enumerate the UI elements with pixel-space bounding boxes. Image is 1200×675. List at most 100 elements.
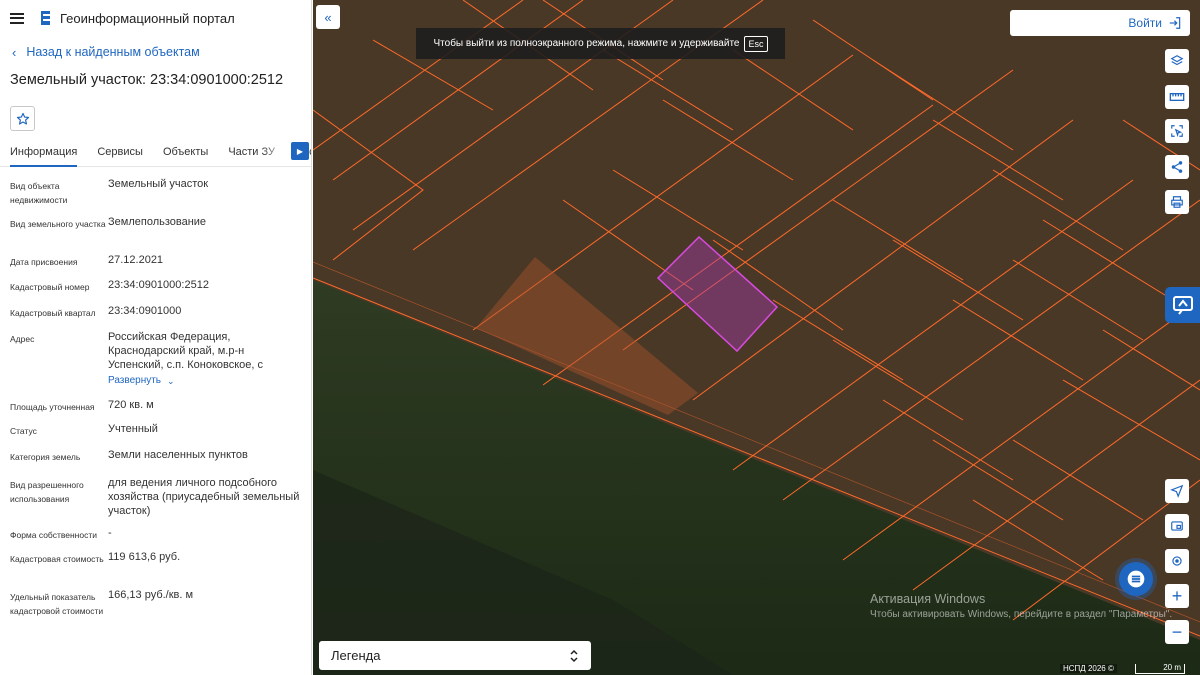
property-row: Категория земель Земли населенных пункто… — [10, 448, 301, 476]
property-value: Землепользование — [108, 216, 207, 228]
share-button[interactable] — [1165, 155, 1189, 179]
layers-button[interactable] — [1165, 49, 1189, 73]
target-icon — [1172, 556, 1182, 566]
print-button[interactable] — [1165, 190, 1189, 214]
chevron-right-icon: ▶ — [296, 146, 304, 156]
property-value: Земли населенных пунктов — [108, 449, 248, 461]
topbar: Геоинформационный портал — [0, 0, 311, 36]
basemap-button[interactable] — [1165, 514, 1189, 538]
property-row: Дата присвоения 27.12.2021 — [10, 253, 301, 278]
property-value: 119 613,6 руб. — [108, 551, 181, 563]
property-value: Российская Федерация, Краснодарский край… — [108, 331, 264, 371]
select-area-icon — [1171, 125, 1183, 138]
map-view[interactable]: « Чтобы выйти из полноэкранного режима, … — [313, 0, 1200, 675]
satellite-map[interactable] — [313, 0, 1200, 675]
property-value: 23:34:0901000 — [108, 305, 182, 317]
expand-label: Развернуть — [108, 375, 162, 386]
login-label: Войти — [1128, 16, 1162, 30]
layers-icon — [1170, 55, 1184, 66]
share-icon — [1171, 161, 1183, 173]
property-value: 23:34:0901000:2512 — [108, 279, 209, 291]
property-value: 27.12.2021 — [108, 254, 164, 266]
back-to-results-link[interactable]: ‹ Назад к найденным объектам — [0, 36, 311, 68]
chevron-down-icon: ⌄ — [167, 376, 175, 386]
property-label: Кадастровый квартал — [10, 308, 96, 318]
legend-dropdown[interactable]: Легенда — [319, 641, 591, 670]
menu-icon[interactable] — [10, 12, 24, 24]
property-label: Вид объекта недвижимости — [10, 181, 68, 205]
chat-assistant-button[interactable] — [1119, 562, 1153, 596]
property-label: Категория земель — [10, 452, 81, 462]
scale-bar: 20 m — [1135, 664, 1185, 674]
property-row-address: Адрес Российская Федерация, Краснодарски… — [10, 330, 301, 398]
sidebar: Геоинформационный портал ‹ Назад к найде… — [0, 0, 312, 675]
expand-address-link[interactable]: Развернуть ⌄ — [108, 374, 175, 388]
back-label: Назад к найденным объектам — [26, 45, 200, 59]
tabs-fade — [261, 141, 291, 165]
object-title: Земельный участок: 23:34:0901000:2512 — [10, 72, 284, 88]
property-row: Кадастровая стоимость 119 613,6 руб. — [10, 550, 301, 588]
plus-icon: + — [1171, 585, 1183, 606]
windows-watermark-title: Активация Windows — [870, 592, 986, 606]
property-row: Статус Учтенный — [10, 422, 301, 448]
property-label: Вид разрешенного использования — [10, 480, 84, 504]
object-tabs: Информация Сервисы Объекты Части ЗУ Сост… — [0, 141, 311, 167]
basemap-icon — [1171, 521, 1183, 531]
windows-watermark-text: Чтобы активировать Windows, перейдите в … — [870, 609, 1173, 620]
property-value-wrap: Российская Федерация, Краснодарский край… — [108, 330, 301, 398]
tab-services[interactable]: Сервисы — [97, 141, 143, 167]
double-chevron-left-icon: « — [324, 9, 332, 25]
property-row: Вид разрешенного использования для веден… — [10, 476, 301, 526]
properties-list: Вид объекта недвижимости Земельный участ… — [0, 167, 311, 632]
app: Геоинформационный портал ‹ Назад к найде… — [0, 0, 1200, 675]
property-row: Кадастровый квартал 23:34:0901000 — [10, 304, 301, 330]
tabs-next-button[interactable]: ▶ — [291, 142, 309, 160]
property-label: Кадастровая стоимость — [10, 554, 104, 564]
app-title: Геоинформационный портал — [60, 10, 235, 26]
portal-logo-icon — [41, 11, 50, 25]
windows-activation-watermark: Активация Windows Чтобы активировать Win… — [870, 592, 1172, 620]
property-row: Вид земельного участка Землепользование — [10, 215, 301, 253]
favorite-button[interactable] — [10, 106, 35, 131]
property-value: - — [108, 527, 112, 539]
property-row: Вид объекта недвижимости Земельный участ… — [10, 177, 301, 215]
property-label: Статус — [10, 426, 37, 436]
property-label: Площадь уточненная — [10, 402, 95, 412]
chevron-left-icon: ‹ — [12, 44, 17, 60]
select-area-button[interactable] — [1165, 119, 1189, 143]
chat-icon — [1127, 570, 1145, 588]
esc-key-badge: Esc — [744, 35, 768, 52]
tab-objects[interactable]: Объекты — [163, 141, 208, 167]
star-icon — [16, 112, 29, 125]
map-attribution: НСПД 2026 © — [1060, 664, 1117, 673]
login-icon — [1169, 17, 1181, 29]
property-row: Удельный показатель кадастровой стоимост… — [10, 588, 301, 632]
zoom-out-button[interactable]: − — [1165, 620, 1189, 644]
side-panel-tab[interactable] — [1165, 287, 1200, 323]
ruler-icon — [1169, 93, 1185, 101]
property-value: 720 кв. м — [108, 399, 154, 411]
property-label: Дата присвоения — [10, 257, 78, 267]
tab-information[interactable]: Информация — [10, 141, 78, 167]
property-label: Удельный показатель кадастровой стоимост… — [10, 592, 104, 616]
property-label: Адрес — [10, 334, 35, 344]
fullscreen-notice: Чтобы выйти из полноэкранного режима, на… — [416, 28, 785, 59]
property-value: 166,13 руб./кв. м — [108, 589, 194, 601]
geolocation-button[interactable] — [1165, 549, 1189, 573]
property-row: Кадастровый номер 23:34:0901000:2512 — [10, 278, 301, 304]
property-label: Кадастровый номер — [10, 282, 90, 292]
property-value: Учтенный — [108, 423, 158, 435]
chevron-up-down-icon — [570, 649, 578, 662]
property-row: Форма собственности - — [10, 526, 301, 550]
fullscreen-notice-text: Чтобы выйти из полноэкранного режима, на… — [433, 38, 740, 49]
login-button[interactable]: Войти — [1010, 10, 1190, 36]
legend-label: Легенда — [331, 648, 381, 663]
property-label: Вид земельного участка — [10, 219, 106, 229]
measure-button[interactable] — [1165, 85, 1189, 109]
locate-button[interactable] — [1165, 479, 1189, 503]
feedback-icon — [1172, 296, 1193, 315]
property-value: Земельный участок — [108, 178, 209, 190]
collapse-sidebar-button[interactable]: « — [316, 5, 340, 29]
property-row: Площадь уточненная 720 кв. м — [10, 398, 301, 422]
navigation-arrow-icon — [1170, 484, 1184, 498]
